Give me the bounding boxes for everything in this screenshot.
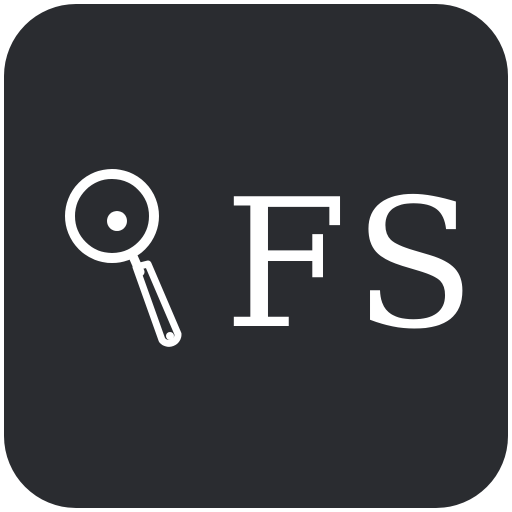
logo-text: FS	[224, 161, 482, 368]
app-icon[interactable]: FS	[4, 4, 508, 508]
frying-pan-icon	[65, 169, 182, 347]
